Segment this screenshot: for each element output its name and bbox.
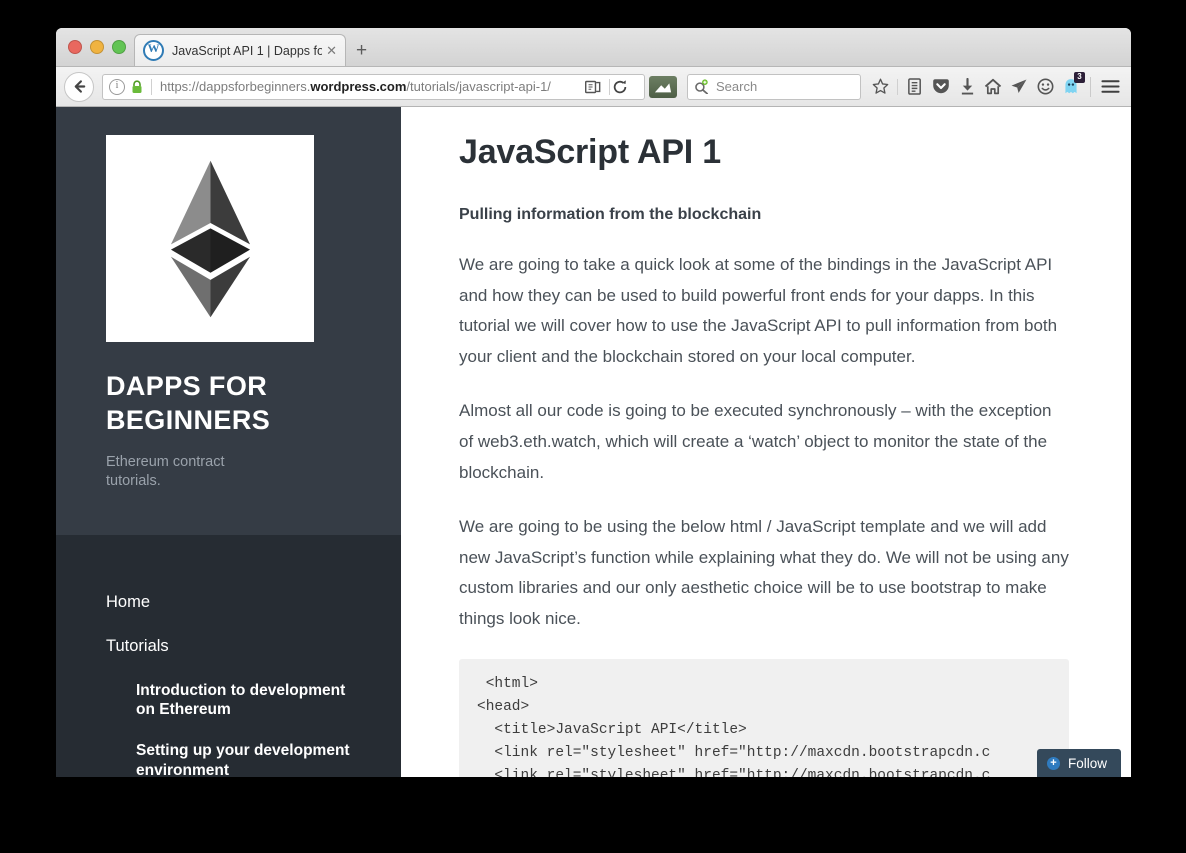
back-arrow-icon (74, 80, 85, 93)
back-button[interactable] (64, 71, 94, 102)
follow-label: Follow (1067, 755, 1107, 771)
screenshot-icon[interactable] (649, 75, 677, 98)
browser-tab[interactable]: W JavaScript API 1 | Dapps for… ✕ (134, 34, 346, 66)
search-placeholder: Search (716, 79, 758, 94)
search-input[interactable]: Search (687, 73, 861, 100)
ghostery-tracker-count: 3 (1074, 71, 1085, 83)
new-tab-button[interactable]: + (356, 41, 367, 60)
toolbar-icon-group: 3 (867, 71, 1123, 101)
search-icon (695, 79, 709, 94)
plus-circle-icon: + (1046, 756, 1060, 770)
nav-item-tutorials[interactable]: Tutorials (106, 637, 351, 657)
page-info-icon[interactable]: i (109, 78, 125, 95)
hamburger-menu-icon[interactable] (1097, 73, 1123, 101)
maximize-window-button[interactable] (112, 40, 126, 54)
site-navigation: Home Tutorials Introduction to developme… (56, 535, 401, 777)
tab-strip: W JavaScript API 1 | Dapps for… ✕ + (56, 28, 1131, 67)
library-icon[interactable] (902, 73, 928, 101)
downloads-icon[interactable] (954, 73, 980, 101)
lock-icon (131, 79, 143, 94)
page-title: JavaScript API 1 (459, 133, 722, 171)
tab-title: JavaScript API 1 | Dapps for… (172, 43, 323, 58)
window-controls (68, 40, 126, 54)
article-content: JavaScript API 1 Pulling information fro… (401, 107, 1131, 777)
send-tab-icon[interactable] (1006, 73, 1032, 101)
article-subtitle: Pulling information from the blockchain (459, 206, 762, 223)
site-title[interactable]: Dapps for Beginners (106, 370, 351, 438)
nav-subitem-dev-environment[interactable]: Setting up your development environment (136, 741, 351, 777)
minimize-window-button[interactable] (90, 40, 104, 54)
toolbar-divider (609, 78, 610, 95)
close-window-button[interactable] (68, 40, 82, 54)
icon-divider (897, 78, 898, 95)
nav-subitem-intro-development[interactable]: Introduction to development on Ethereum (136, 681, 351, 720)
nav-item-home[interactable]: Home (106, 593, 351, 613)
bookmark-star-icon[interactable] (867, 73, 893, 101)
url-bar-actions (577, 78, 638, 95)
browser-window: W JavaScript API 1 | Dapps for… ✕ + i ht… (56, 28, 1131, 777)
sidebar-header: Dapps for Beginners Ethereum contract tu… (56, 107, 401, 535)
ethereum-logo[interactable] (106, 135, 314, 342)
site-tagline: Ethereum contract tutorials. (106, 453, 225, 490)
menu-divider (1090, 76, 1091, 97)
site-sidebar: Dapps for Beginners Ethereum contract tu… (56, 107, 401, 777)
url-bar[interactable]: i https://dappsforbeginners.wordpress.co… (102, 73, 645, 100)
navigation-toolbar: i https://dappsforbeginners.wordpress.co… (56, 67, 1131, 107)
reload-icon[interactable] (612, 79, 628, 95)
page-viewport: Dapps for Beginners Ethereum contract tu… (56, 107, 1131, 777)
feedback-smiley-icon[interactable] (1032, 73, 1058, 101)
url-divider (151, 78, 152, 95)
url-text: https://dappsforbeginners.wordpress.com/… (160, 79, 551, 94)
ghostery-icon[interactable]: 3 (1058, 71, 1085, 101)
article-paragraph: We are going to be using the below html … (459, 517, 1069, 628)
code-block: <html> <head> <title>JavaScript API</tit… (459, 658, 1069, 777)
article-paragraph: We are going to take a quick look at som… (459, 255, 1058, 366)
reader-mode-icon[interactable] (585, 80, 601, 94)
article-paragraph: Almost all our code is going to be execu… (459, 401, 1052, 482)
wordpress-icon: W (143, 40, 164, 61)
pocket-icon[interactable] (928, 73, 954, 101)
home-icon[interactable] (980, 73, 1006, 101)
close-icon[interactable]: ✕ (322, 44, 337, 57)
follow-button[interactable]: + Follow (1036, 749, 1121, 777)
